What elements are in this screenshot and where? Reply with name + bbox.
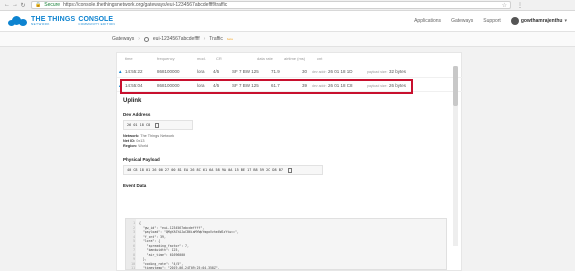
breadcrumb: Gateways › eui-1234567abcdeffff › Traffi… (0, 32, 575, 47)
reload-icon[interactable]: ↻ (19, 2, 27, 9)
event-data-editor[interactable]: 123456789101112 { "gw_id": "eui-1234567a… (125, 218, 447, 270)
event-data-label: Event Data (123, 183, 147, 188)
table-row[interactable]: ▲ 14:55:22 868100000 lora 4/5 SF 7 BW 12… (117, 66, 463, 78)
nav-support[interactable]: Support (483, 18, 501, 24)
breadcrumb-gateway-id[interactable]: eui-1234567abcdeffff (153, 36, 200, 42)
table-header: time frequency mod. CR data rate airtime… (117, 56, 463, 64)
top-nav: Applications Gateways Support gowthamraj… (414, 17, 567, 25)
app-header: THE THINGS NETWORK CONSOLE COMMUNITY EDI… (0, 11, 575, 32)
col-frequency: frequency (157, 56, 175, 61)
lock-icon: 🔒 (35, 2, 42, 8)
col-airtime: airtime (ms) (284, 56, 306, 61)
chevron-down-icon: ▾ (564, 18, 567, 24)
uplink-title: Uplink (123, 98, 142, 104)
physical-payload-field[interactable]: 40 C8 18 01 26 00 27 00 81 EA 26 8C 61 6… (123, 165, 323, 175)
ttn-logo-text: THE THINGS NETWORK (31, 16, 76, 26)
address-bar[interactable]: 🔒 Secure https://console.thethingsnetwor… (31, 1, 511, 9)
beta-badge: beta (226, 37, 233, 41)
dev-address-label: Dev Address (123, 112, 151, 117)
copy-icon[interactable] (155, 122, 160, 128)
ttn-logo-icon[interactable] (8, 16, 28, 26)
uplink-detail: Uplink Dev Address 26 01 18 C8 Network: … (123, 98, 453, 188)
code-line: "timestamp": "2019-06-24T09:25:04.358Z", (139, 266, 220, 270)
event-json: { "gw_id": "eui-1234567abcdeffff", "payl… (139, 221, 239, 270)
highlight-box (120, 79, 413, 94)
nav-applications[interactable]: Applications (414, 18, 441, 24)
dev-address-field[interactable]: 26 01 18 C8 (123, 120, 193, 130)
col-cnt: cnt (317, 56, 323, 61)
secure-label: Secure (44, 2, 61, 8)
avatar (510, 17, 519, 25)
console-title: CONSOLE COMMUNITY EDITION (78, 16, 115, 26)
code-line: "payload": "QMgYASYAJwCB6iaMYWpYmgoVvhe4… (139, 230, 239, 234)
browser-toolbar: ← → ↻ 🔒 Secure https://console.thethings… (0, 0, 575, 11)
line-number: 11 (131, 266, 135, 270)
nav-gateways[interactable]: Gateways (451, 18, 473, 24)
user-menu[interactable]: gowthamrajenthu ▾ (510, 17, 567, 25)
col-mod: mod. (197, 56, 206, 61)
username: gowthamrajenthu (520, 18, 563, 24)
back-icon[interactable]: ← (3, 2, 11, 8)
breadcrumb-traffic[interactable]: Traffic (209, 36, 223, 42)
physical-payload-label: Physical Payload (123, 157, 160, 162)
col-cr: CR (216, 56, 222, 61)
browser-menu-icon[interactable]: ⋮ (517, 2, 523, 9)
col-time: time (125, 56, 133, 61)
line-number-gutter: 123456789101112 (126, 219, 136, 269)
uplink-arrow-icon: ▲ (118, 69, 123, 74)
col-datarate: data rate (257, 56, 273, 61)
bookmark-star-icon[interactable]: ☆ (502, 2, 507, 9)
gateway-icon (143, 36, 149, 42)
network-info: Network: The Things Network Net ID: 0x13… (123, 134, 175, 148)
url-text: https://console.thethingsnetwork.org/gat… (63, 2, 228, 8)
copy-icon[interactable] (287, 167, 292, 173)
breadcrumb-gateways[interactable]: Gateways (112, 36, 134, 42)
scrollbar-thumb[interactable] (453, 66, 458, 106)
forward-icon[interactable]: → (11, 2, 19, 8)
scrollbar[interactable] (453, 66, 458, 246)
breadcrumb-separator-icon: › (203, 36, 206, 42)
breadcrumb-separator-icon: › (138, 36, 140, 42)
